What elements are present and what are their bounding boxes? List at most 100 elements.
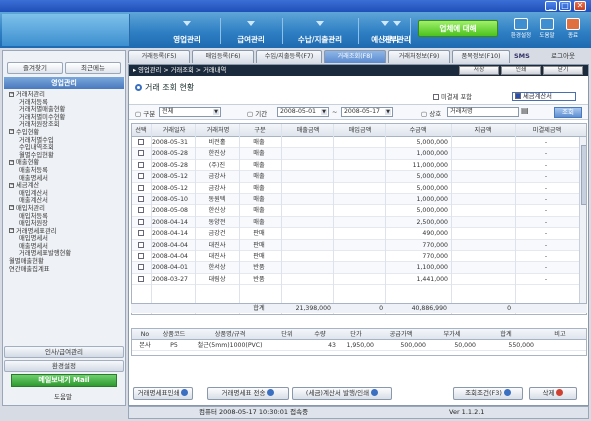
collapse-icon[interactable]: − [9, 182, 14, 188]
send-mail-button[interactable]: 메일보내기 Mail [11, 374, 117, 387]
row-checkbox[interactable] [138, 230, 144, 237]
favorites-button[interactable]: 즐겨찾기 [7, 62, 63, 74]
tab-3[interactable]: 거래조회(F8) [324, 50, 386, 63]
collapse-icon[interactable]: − [9, 159, 14, 165]
row-checkbox[interactable] [138, 150, 144, 157]
unpaid-checkbox[interactable]: 미결제 포함 [433, 92, 472, 101]
collapse-icon[interactable]: − [9, 205, 14, 211]
row-checkbox[interactable] [138, 275, 144, 282]
hr-payroll-bar[interactable]: 인사/급여관리 [4, 346, 124, 358]
query-condition-button[interactable]: 조회조건(F3) [453, 387, 523, 400]
table-row[interactable]: 2008-04-04 대진사 판매 770,000 - [132, 251, 586, 263]
row-checkbox[interactable] [138, 241, 144, 248]
row-checkbox[interactable] [138, 207, 144, 214]
tree-item[interactable]: 거래처별매출현황 [7, 106, 125, 114]
table-row[interactable]: 2008-05-28 한진상 매출 1,000,000 - [132, 148, 586, 160]
tree-item[interactable]: 월별매출현황 [7, 258, 125, 266]
column-header[interactable]: 매입금액 [334, 125, 386, 136]
minimize-icon[interactable]: _ [545, 1, 557, 11]
checkbox-box[interactable] [515, 93, 521, 99]
tab-2[interactable]: 수입/지출등록(F7) [256, 50, 322, 63]
collapse-icon[interactable]: − [9, 91, 14, 97]
table-row[interactable]: 2008-04-14 동양전 매출 2,500,000 - [132, 216, 586, 229]
tree-item[interactable]: 거래명세표발행현황 [7, 250, 125, 258]
row-checkbox[interactable] [138, 264, 144, 271]
exit-tool[interactable]: 종료 [562, 18, 584, 42]
tree-item[interactable]: 매출명세서 [7, 175, 125, 183]
send-statement-button[interactable]: 거래명세표 전송 [207, 387, 289, 400]
row-checkbox[interactable] [138, 218, 144, 225]
column-header[interactable]: 거래일자 [152, 125, 196, 136]
row-checkbox[interactable] [138, 139, 144, 145]
close-page-button[interactable]: 닫기 [543, 66, 583, 75]
tree-item[interactable]: 매출처등록 [7, 167, 125, 175]
table-row[interactable]: 2008-05-28 (주)진 매출 11,000,000 - [132, 160, 586, 172]
tree-item[interactable]: 매입처등록 [7, 213, 125, 221]
tree-item[interactable]: − 거래처관리 [7, 91, 125, 99]
row-checkbox[interactable] [138, 253, 144, 259]
checkbox-box[interactable] [433, 94, 439, 100]
collapse-icon[interactable]: − [9, 228, 14, 234]
scrollbar-thumb[interactable] [581, 145, 586, 205]
column-header[interactable]: 매출금액 [282, 125, 334, 136]
tree-item[interactable]: − 매출현황 [7, 159, 125, 167]
column-header[interactable]: 미결제금액 [516, 125, 578, 136]
row-checkbox[interactable] [138, 196, 144, 202]
company-info-button[interactable]: 업체에 대해 [418, 20, 498, 37]
help-link[interactable]: 도움말 [33, 391, 93, 403]
table-row[interactable]: 2008-04-04 대진사 판매 770,000 - [132, 239, 586, 251]
tax-invoice-checkbox[interactable]: 세금계산서 [512, 92, 576, 101]
vertical-scrollbar[interactable] [579, 137, 586, 309]
nav-payroll[interactable]: 급여관리 [226, 12, 276, 48]
logout-button[interactable]: 로그아웃 [551, 51, 587, 62]
collapse-icon[interactable]: − [9, 129, 14, 135]
table-row[interactable]: 2008-05-12 금강사 매출 5,000,000 - [132, 183, 586, 194]
column-header[interactable]: 지급액 [452, 125, 514, 136]
tree-item[interactable]: 거래처원장조회 [7, 121, 125, 129]
date-from-picker[interactable]: 2008-05-01 ▼ [277, 107, 329, 117]
print-statement-button[interactable]: 거래명세표인쇄 [133, 387, 193, 400]
table-row[interactable]: 2008-04-01 한서상 반품 1,100,000 - [132, 262, 586, 274]
maximize-icon[interactable]: □ [559, 1, 571, 11]
table-row[interactable]: 2008-05-31 비전홀 매출 5,000,000 - [132, 137, 586, 149]
sms-button[interactable]: SMS [514, 51, 548, 62]
row-checkbox[interactable] [138, 173, 144, 180]
table-row[interactable]: 2008-05-12 금강사 매출 5,000,000 - [132, 171, 586, 183]
row-checkbox[interactable] [138, 161, 144, 168]
print-button[interactable]: 인쇄 [501, 66, 541, 75]
nav-sales[interactable]: 영업관리 [162, 12, 212, 48]
tab-0[interactable]: 거래등록(F5) [128, 50, 190, 63]
tree-item[interactable]: 매출계산서 [7, 197, 125, 205]
date-to-picker[interactable]: 2008-05-17 ▼ [341, 107, 393, 117]
nav-income-expense[interactable]: 수납/지출관리 [286, 12, 354, 48]
tab-5[interactable]: 품목정보(F10) [452, 50, 510, 63]
tree-item[interactable]: − 세금계산 [7, 182, 125, 190]
help-tool[interactable]: 도움말 [536, 18, 558, 42]
delete-button[interactable]: 삭제 [529, 387, 577, 400]
detail-row[interactable]: 본사 P5 철근(5mm)1000(PVC) 43 1,950,00 500,000 50,… [132, 340, 586, 351]
column-header[interactable]: 선택 [132, 125, 150, 136]
tab-4[interactable]: 거래처정보(F9) [388, 50, 450, 63]
tree-item[interactable]: − 수입현황 [7, 129, 125, 137]
row-checkbox[interactable] [138, 184, 144, 191]
column-header[interactable]: 구분 [240, 125, 280, 136]
save-button[interactable]: 저장 [459, 66, 499, 75]
name-input[interactable]: 거래처명 [447, 107, 519, 117]
table-row[interactable]: 2008-05-08 한신상 매출 5,000,000 - [132, 205, 586, 217]
issue-invoice-button[interactable]: (세금)계산서 발행/인쇄 [292, 387, 392, 400]
column-header[interactable]: 수금액 [386, 125, 450, 136]
tree-item[interactable]: 수입내역조회 [7, 144, 125, 152]
query-button[interactable]: 조회 [554, 107, 582, 118]
close-icon[interactable]: ✕ [574, 1, 586, 11]
tree-item[interactable]: 매입처원장 [7, 220, 125, 228]
settings-bar[interactable]: 환경설정 [4, 360, 124, 372]
search-lookup-icon[interactable]: ▤ [521, 106, 529, 115]
table-row[interactable]: 2008-05-10 동원텍 매출 1,000,000 - [132, 194, 586, 206]
settings-tool[interactable]: 환경설정 [510, 18, 532, 42]
tree-item[interactable]: − 매입처관리 [7, 205, 125, 213]
column-header[interactable]: 거래처명 [196, 125, 240, 136]
table-row[interactable]: 2008-03-27 대림상 반품 1,441,000 - [132, 274, 586, 286]
nav-donation[interactable]: 기부관리 [372, 12, 422, 48]
type-select[interactable]: 전체 ▼ [159, 107, 221, 117]
tree-item[interactable]: 연간매출집계표 [7, 266, 125, 274]
